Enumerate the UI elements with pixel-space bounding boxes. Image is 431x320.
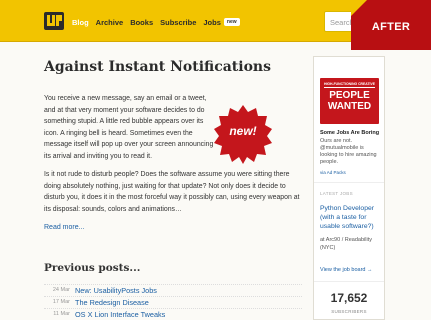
previous-posts-heading: Previous posts... (44, 262, 141, 274)
ad-packs-link[interactable]: via Ad Packs (320, 170, 346, 175)
post-link[interactable]: OS X Lion Interface Tweaks (75, 310, 165, 319)
ad-headline: PEOPLE WANTED (320, 90, 379, 112)
people-wanted-ad[interactable]: HIGH-FUNCTIONING CREATIVE PEOPLE WANTED (320, 78, 379, 124)
sidebar: HIGH-FUNCTIONING CREATIVE PEOPLE WANTED … (313, 56, 385, 320)
ad-text: Ours are not. @mutualmobile is looking t… (320, 138, 377, 165)
post-link[interactable]: New: UsabilityPosts Jobs (75, 286, 157, 295)
job-company: at Arc90 / Readability (NYC) (320, 237, 372, 251)
main-nav: Blog Archive Books Subscribe Jobs new (72, 15, 240, 29)
post-date: 24 Mar (52, 287, 70, 293)
nav-item-subscribe[interactable]: Subscribe (160, 18, 196, 27)
jobs-new-badge: new (223, 18, 240, 26)
nav-item-blog[interactable]: Blog (72, 18, 89, 27)
sidebar-divider (314, 281, 384, 282)
post-date: 11 Mar (53, 311, 70, 317)
subscriber-label: SUBSCRIBERS (331, 309, 367, 314)
nav-item-jobs[interactable]: Jobs (203, 18, 221, 27)
site-logo[interactable] (44, 12, 64, 30)
new-badge-text: new! (229, 124, 257, 138)
after-label-text: AFTER (371, 21, 411, 33)
read-more-link[interactable]: Read more... (44, 224, 84, 231)
article-paragraph-2: Is it not rude to disturb people? Does t… (44, 171, 300, 213)
list-item: 24 Mar New: UsabilityPosts Jobs (44, 284, 302, 296)
ad-headline-line-1: PEOPLE (329, 90, 370, 101)
sidebar-divider (314, 182, 384, 183)
nav-item-books[interactable]: Books (130, 18, 153, 27)
ad-headline-line-2: WANTED (327, 101, 372, 112)
ad-tagline: HIGH-FUNCTIONING CREATIVE (324, 82, 375, 88)
after-corner-label: AFTER (351, 0, 431, 50)
article-paragraph-1: You receive a new message, say an email … (44, 95, 214, 160)
article-title[interactable]: Against Instant Notifications (44, 59, 271, 75)
latest-jobs-label: LATEST JOBS (320, 191, 353, 196)
post-link[interactable]: The Redesign Disease (75, 298, 149, 307)
job-board-link[interactable]: View the job board → (320, 267, 373, 273)
list-item: 17 Mar The Redesign Disease (44, 296, 302, 308)
ad-heading[interactable]: Some Jobs Are Boring (320, 130, 379, 136)
subscriber-count: 17,652 (330, 291, 368, 305)
job-link[interactable]: Python Developer (with a taste for usabl… (320, 204, 384, 231)
post-date: 17 Mar (52, 299, 70, 305)
list-item: 11 Mar OS X Lion Interface Tweaks (44, 308, 302, 320)
new-badge: new! (212, 103, 274, 165)
nav-item-archive[interactable]: Archive (96, 18, 124, 27)
previous-posts-list: 24 Mar New: UsabilityPosts Jobs 17 Mar T… (44, 284, 302, 320)
